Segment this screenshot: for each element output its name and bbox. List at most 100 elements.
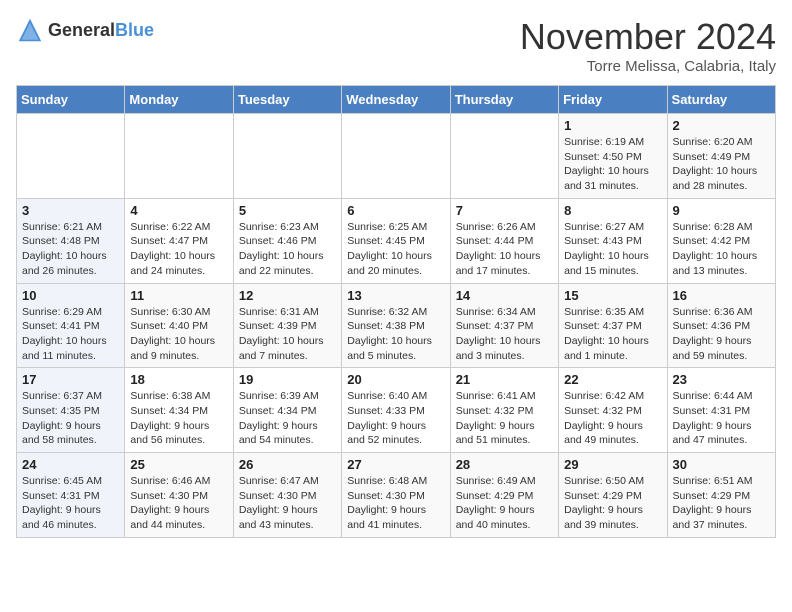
cell-info: Sunrise: 6:49 AM Sunset: 4:29 PM Dayligh…	[456, 474, 553, 533]
cell-day-number: 9	[673, 203, 770, 218]
calendar-cell	[125, 114, 233, 199]
cell-day-number: 3	[22, 203, 119, 218]
calendar-cell: 12 Sunrise: 6:31 AM Sunset: 4:39 PM Dayli…	[233, 283, 341, 368]
calendar-cell: 11 Sunrise: 6:30 AM Sunset: 4:40 PM Dayli…	[125, 283, 233, 368]
day-header-sunday: Sunday	[17, 86, 125, 114]
logo-general: General	[48, 20, 115, 40]
calendar-cell: 24 Sunrise: 6:45 AM Sunset: 4:31 PM Dayli…	[17, 453, 125, 538]
cell-info: Sunrise: 6:39 AM Sunset: 4:34 PM Dayligh…	[239, 389, 336, 448]
day-header-wednesday: Wednesday	[342, 86, 450, 114]
cell-info: Sunrise: 6:36 AM Sunset: 4:36 PM Dayligh…	[673, 305, 770, 364]
calendar-cell: 3 Sunrise: 6:21 AM Sunset: 4:48 PM Daylig…	[17, 198, 125, 283]
cell-day-number: 10	[22, 288, 119, 303]
logo: GeneralBlue	[16, 16, 154, 44]
cell-day-number: 14	[456, 288, 553, 303]
calendar-cell: 25 Sunrise: 6:46 AM Sunset: 4:30 PM Dayli…	[125, 453, 233, 538]
cell-day-number: 21	[456, 372, 553, 387]
cell-info: Sunrise: 6:21 AM Sunset: 4:48 PM Dayligh…	[22, 220, 119, 279]
cell-day-number: 18	[130, 372, 227, 387]
calendar-cell: 4 Sunrise: 6:22 AM Sunset: 4:47 PM Daylig…	[125, 198, 233, 283]
calendar-cell	[17, 114, 125, 199]
cell-info: Sunrise: 6:35 AM Sunset: 4:37 PM Dayligh…	[564, 305, 661, 364]
cell-day-number: 23	[673, 372, 770, 387]
calendar-cell: 6Sunrise: 6:25 AM Sunset: 4:45 PM Daylig…	[342, 198, 450, 283]
cell-info: Sunrise: 6:51 AM Sunset: 4:29 PM Dayligh…	[673, 474, 770, 533]
cell-info: Sunrise: 6:44 AM Sunset: 4:31 PM Dayligh…	[673, 389, 770, 448]
cell-day-number: 12	[239, 288, 336, 303]
calendar-cell: 9Sunrise: 6:28 AM Sunset: 4:42 PM Daylig…	[667, 198, 775, 283]
calendar-cell: 18 Sunrise: 6:38 AM Sunset: 4:34 PM Dayli…	[125, 368, 233, 453]
calendar-cell	[450, 114, 558, 199]
cell-info: Sunrise: 6:19 AM Sunset: 4:50 PM Dayligh…	[564, 135, 661, 194]
calendar-cell: 2 Sunrise: 6:20 AM Sunset: 4:49 PM Daylig…	[667, 114, 775, 199]
cell-day-number: 28	[456, 457, 553, 472]
calendar: SundayMondayTuesdayWednesdayThursdayFrid…	[16, 85, 776, 538]
calendar-cell: 21Sunrise: 6:41 AM Sunset: 4:32 PM Dayli…	[450, 368, 558, 453]
cell-day-number: 16	[673, 288, 770, 303]
calendar-cell: 20 Sunrise: 6:40 AM Sunset: 4:33 PM Dayli…	[342, 368, 450, 453]
cell-day-number: 22	[564, 372, 661, 387]
cell-day-number: 5	[239, 203, 336, 218]
calendar-cell: 23 Sunrise: 6:44 AM Sunset: 4:31 PM Dayli…	[667, 368, 775, 453]
calendar-cell: 7Sunrise: 6:26 AM Sunset: 4:44 PM Daylig…	[450, 198, 558, 283]
cell-info: Sunrise: 6:31 AM Sunset: 4:39 PM Dayligh…	[239, 305, 336, 364]
cell-info: Sunrise: 6:50 AM Sunset: 4:29 PM Dayligh…	[564, 474, 661, 533]
day-header-tuesday: Tuesday	[233, 86, 341, 114]
cell-day-number: 27	[347, 457, 444, 472]
cell-info: Sunrise: 6:47 AM Sunset: 4:30 PM Dayligh…	[239, 474, 336, 533]
calendar-cell: 5Sunrise: 6:23 AM Sunset: 4:46 PM Daylig…	[233, 198, 341, 283]
week-row-1: 3 Sunrise: 6:21 AM Sunset: 4:48 PM Daylig…	[17, 198, 776, 283]
cell-info: Sunrise: 6:37 AM Sunset: 4:35 PM Dayligh…	[22, 389, 119, 448]
calendar-cell: 19 Sunrise: 6:39 AM Sunset: 4:34 PM Dayli…	[233, 368, 341, 453]
day-header-thursday: Thursday	[450, 86, 558, 114]
calendar-cell: 8Sunrise: 6:27 AM Sunset: 4:43 PM Daylig…	[559, 198, 667, 283]
calendar-cell: 22 Sunrise: 6:42 AM Sunset: 4:32 PM Dayli…	[559, 368, 667, 453]
cell-info: Sunrise: 6:32 AM Sunset: 4:38 PM Dayligh…	[347, 305, 444, 364]
cell-info: Sunrise: 6:42 AM Sunset: 4:32 PM Dayligh…	[564, 389, 661, 448]
day-header-friday: Friday	[559, 86, 667, 114]
cell-day-number: 26	[239, 457, 336, 472]
calendar-cell: 15Sunrise: 6:35 AM Sunset: 4:37 PM Dayli…	[559, 283, 667, 368]
cell-info: Sunrise: 6:34 AM Sunset: 4:37 PM Dayligh…	[456, 305, 553, 364]
cell-info: Sunrise: 6:25 AM Sunset: 4:45 PM Dayligh…	[347, 220, 444, 279]
cell-day-number: 19	[239, 372, 336, 387]
logo-blue: Blue	[115, 20, 154, 40]
calendar-cell: 26 Sunrise: 6:47 AM Sunset: 4:30 PM Dayli…	[233, 453, 341, 538]
calendar-cell: 27Sunrise: 6:48 AM Sunset: 4:30 PM Dayli…	[342, 453, 450, 538]
header: GeneralBlue November 2024 Torre Melissa,…	[16, 16, 776, 75]
calendar-cell: 30 Sunrise: 6:51 AM Sunset: 4:29 PM Dayli…	[667, 453, 775, 538]
calendar-cell: 13 Sunrise: 6:32 AM Sunset: 4:38 PM Dayli…	[342, 283, 450, 368]
cell-day-number: 29	[564, 457, 661, 472]
week-row-0: 1Sunrise: 6:19 AM Sunset: 4:50 PM Daylig…	[17, 114, 776, 199]
cell-day-number: 4	[130, 203, 227, 218]
cell-info: Sunrise: 6:40 AM Sunset: 4:33 PM Dayligh…	[347, 389, 444, 448]
calendar-cell: 10 Sunrise: 6:29 AM Sunset: 4:41 PM Dayli…	[17, 283, 125, 368]
cell-day-number: 2	[673, 118, 770, 133]
calendar-cell: 28 Sunrise: 6:49 AM Sunset: 4:29 PM Dayli…	[450, 453, 558, 538]
cell-info: Sunrise: 6:45 AM Sunset: 4:31 PM Dayligh…	[22, 474, 119, 533]
cell-day-number: 11	[130, 288, 227, 303]
calendar-cell: 17 Sunrise: 6:37 AM Sunset: 4:35 PM Dayli…	[17, 368, 125, 453]
cell-info: Sunrise: 6:22 AM Sunset: 4:47 PM Dayligh…	[130, 220, 227, 279]
location-title: Torre Melissa, Calabria, Italy	[520, 58, 776, 75]
cell-day-number: 13	[347, 288, 444, 303]
cell-day-number: 30	[673, 457, 770, 472]
cell-info: Sunrise: 6:20 AM Sunset: 4:49 PM Dayligh…	[673, 135, 770, 194]
cell-info: Sunrise: 6:30 AM Sunset: 4:40 PM Dayligh…	[130, 305, 227, 364]
cell-day-number: 17	[22, 372, 119, 387]
cell-day-number: 20	[347, 372, 444, 387]
day-header-saturday: Saturday	[667, 86, 775, 114]
cell-info: Sunrise: 6:29 AM Sunset: 4:41 PM Dayligh…	[22, 305, 119, 364]
week-row-2: 10 Sunrise: 6:29 AM Sunset: 4:41 PM Dayli…	[17, 283, 776, 368]
cell-day-number: 24	[22, 457, 119, 472]
cell-info: Sunrise: 6:46 AM Sunset: 4:30 PM Dayligh…	[130, 474, 227, 533]
cell-info: Sunrise: 6:38 AM Sunset: 4:34 PM Dayligh…	[130, 389, 227, 448]
title-area: November 2024 Torre Melissa, Calabria, I…	[520, 16, 776, 75]
cell-day-number: 25	[130, 457, 227, 472]
calendar-cell: 29 Sunrise: 6:50 AM Sunset: 4:29 PM Dayli…	[559, 453, 667, 538]
week-row-3: 17 Sunrise: 6:37 AM Sunset: 4:35 PM Dayli…	[17, 368, 776, 453]
day-header-monday: Monday	[125, 86, 233, 114]
calendar-cell: 14 Sunrise: 6:34 AM Sunset: 4:37 PM Dayli…	[450, 283, 558, 368]
calendar-cell	[342, 114, 450, 199]
cell-info: Sunrise: 6:26 AM Sunset: 4:44 PM Dayligh…	[456, 220, 553, 279]
